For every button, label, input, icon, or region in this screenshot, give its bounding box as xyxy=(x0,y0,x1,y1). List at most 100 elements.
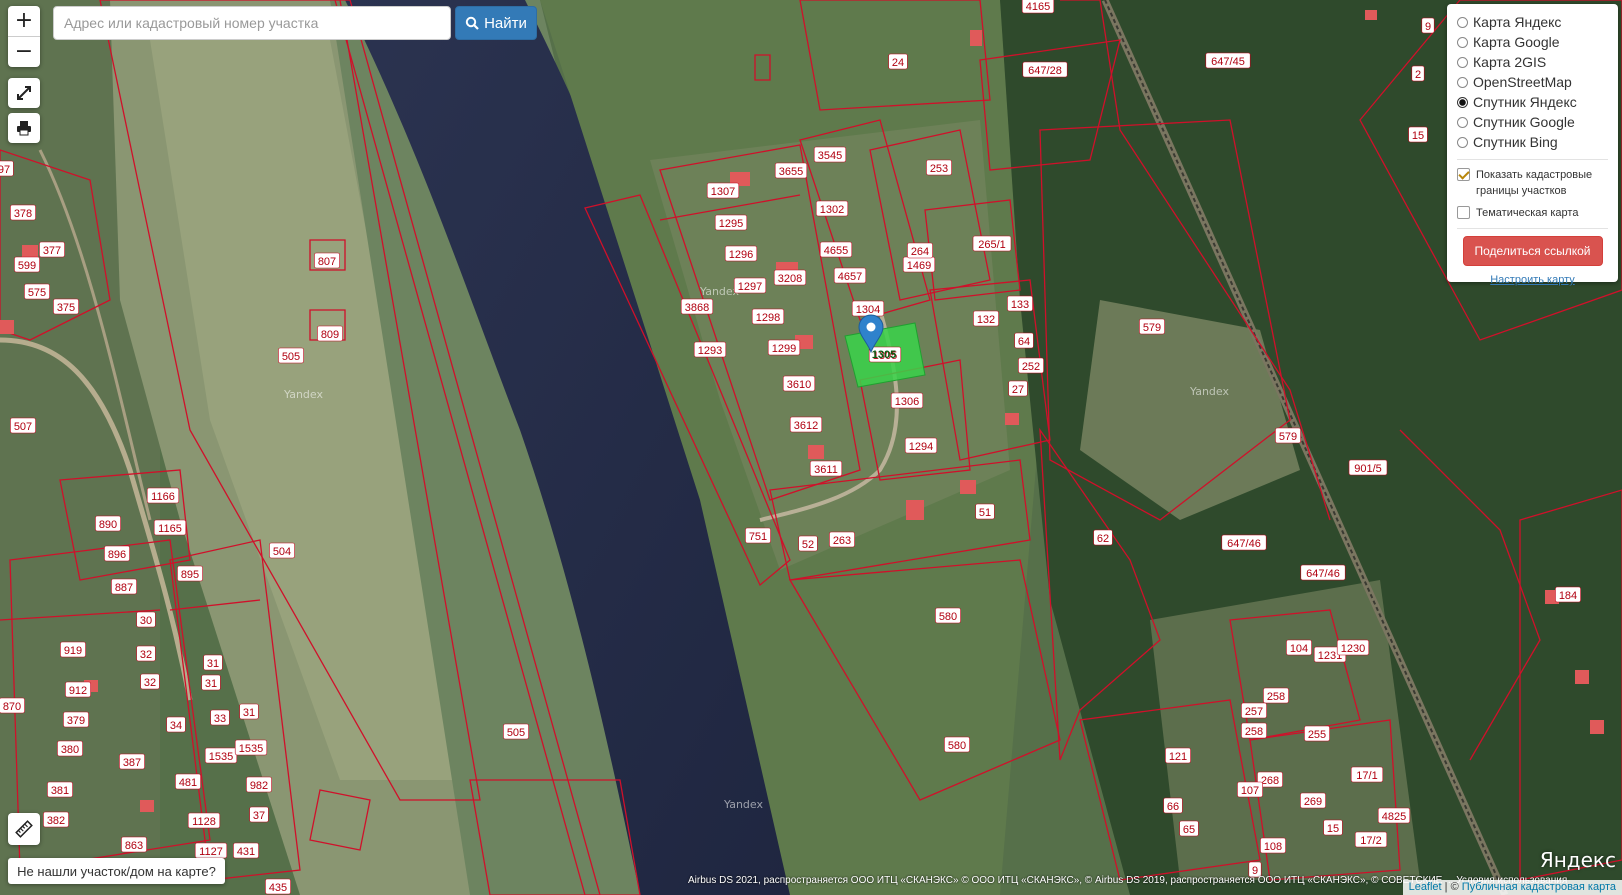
search-input[interactable] xyxy=(53,6,451,40)
parcel-number-label[interactable]: 2 xyxy=(1415,69,1421,81)
parcel-number-label[interactable]: 3610 xyxy=(787,379,811,391)
basemap-option[interactable]: Карта Яндекс xyxy=(1457,12,1608,32)
parcel-number-label[interactable]: 252 xyxy=(1022,361,1040,373)
leaflet-link[interactable]: Leaflet xyxy=(1409,881,1442,893)
parcel-number-label[interactable]: 132 xyxy=(977,314,995,326)
basemap-option[interactable]: Спутник Яндекс xyxy=(1457,92,1608,112)
search-button[interactable]: Найти xyxy=(455,6,537,40)
parcel-number-label[interactable]: 1295 xyxy=(719,218,743,230)
parcel-number-label[interactable]: 809 xyxy=(321,329,339,341)
measure-button[interactable] xyxy=(8,813,40,845)
parcel-number-label[interactable]: 890 xyxy=(99,519,117,531)
parcel-number-label[interactable]: 37 xyxy=(253,810,265,822)
radio-icon[interactable] xyxy=(1457,136,1468,148)
parcel-number-label[interactable]: 912 xyxy=(69,685,87,697)
parcel-number-label[interactable]: 863 xyxy=(125,840,143,852)
parcel-number-label[interactable]: 4825 xyxy=(1382,811,1406,823)
basemap-option[interactable]: Спутник Bing xyxy=(1457,132,1608,152)
parcel-number-label[interactable]: 33 xyxy=(214,713,226,725)
parcel-number-label[interactable]: 1535 xyxy=(239,743,263,755)
parcel-number-label[interactable]: 580 xyxy=(939,611,957,623)
parcel-number-label[interactable]: 15 xyxy=(1327,823,1339,835)
parcel-number-label[interactable]: 184 xyxy=(1559,590,1577,602)
parcel-number-label[interactable]: 32 xyxy=(140,649,152,661)
parcel-number-label[interactable]: 65 xyxy=(1183,824,1195,836)
parcel-number-label[interactable]: 51 xyxy=(979,507,991,519)
selected-parcel-label[interactable]: 1305 xyxy=(872,349,896,361)
parcel-number-label[interactable]: 3611 xyxy=(814,464,838,476)
parcel-number-label[interactable]: 3655 xyxy=(779,166,803,178)
print-button[interactable] xyxy=(8,113,40,143)
parcel-number-label[interactable]: 1304 xyxy=(856,304,880,316)
parcel-number-label[interactable]: 579 xyxy=(1143,322,1161,334)
radio-icon[interactable] xyxy=(1457,116,1468,128)
parcel-number-label[interactable]: 387 xyxy=(123,757,141,769)
parcel-number-label[interactable]: 27 xyxy=(1012,384,1024,396)
parcel-number-label[interactable]: 269 xyxy=(1304,796,1322,808)
parcel-number-label[interactable]: 4657 xyxy=(838,271,862,283)
parcel-number-label[interactable]: 1166 xyxy=(151,491,175,503)
map-canvas[interactable]: Yandex Yandex Yandex Yandex 4165 24 647/28… xyxy=(0,0,1622,895)
parcel-number-label[interactable]: 31 xyxy=(205,678,217,690)
parcel-number-label[interactable]: 258 xyxy=(1267,691,1285,703)
zoom-out-button[interactable]: − xyxy=(8,36,40,67)
parcel-number-label[interactable]: 381 xyxy=(51,785,69,797)
show-cadastral-toggle[interactable]: Показать кадастровые границы участков xyxy=(1457,167,1608,199)
radio-icon[interactable] xyxy=(1457,96,1468,108)
parcel-number-label[interactable]: 64 xyxy=(1018,336,1030,348)
parcel-number-label[interactable]: 9 xyxy=(1425,21,1431,33)
parcel-number-label[interactable]: 1297 xyxy=(738,281,762,293)
parcel-number-label[interactable]: 751 xyxy=(749,531,767,543)
parcel-number-label[interactable]: 66 xyxy=(1167,801,1179,813)
parcel-number-label[interactable]: 258 xyxy=(1245,726,1263,738)
parcel-number-label[interactable]: 1302 xyxy=(820,204,844,216)
parcel-number-label[interactable]: 579 xyxy=(1279,431,1297,443)
parcel-number-label[interactable]: 1128 xyxy=(192,816,216,828)
parcel-number-label[interactable]: 580 xyxy=(948,740,966,752)
parcel-number-label[interactable]: 30 xyxy=(140,615,152,627)
parcel-number-label[interactable]: 505 xyxy=(282,351,300,363)
parcel-number-label[interactable]: 647/46 xyxy=(1227,538,1261,550)
parcel-number-label[interactable]: 1306 xyxy=(895,396,919,408)
parcel-number-label[interactable]: 17/1 xyxy=(1356,770,1377,782)
parcel-number-label[interactable]: 108 xyxy=(1264,841,1282,853)
pkk-link[interactable]: Публичная кадастровая карта xyxy=(1462,881,1616,893)
parcel-number-label[interactable]: 15 xyxy=(1412,130,1424,142)
not-found-button[interactable]: Не нашли участок/дом на карте? xyxy=(8,858,225,884)
satellite-map[interactable]: Yandex Yandex Yandex Yandex 4165 24 647/28… xyxy=(0,0,1622,895)
parcel-number-label[interactable]: 504 xyxy=(273,546,291,558)
parcel-number-label[interactable]: 17/2 xyxy=(1360,835,1381,847)
parcel-number-label[interactable]: 647/45 xyxy=(1211,56,1245,68)
checkbox-icon[interactable] xyxy=(1457,168,1470,181)
parcel-number-label[interactable]: 647/46 xyxy=(1306,568,1340,580)
parcel-number-label[interactable]: 34 xyxy=(170,720,182,732)
parcel-number-label[interactable]: 647/28 xyxy=(1028,65,1062,77)
zoom-in-button[interactable]: + xyxy=(8,6,40,36)
parcel-number-label[interactable]: 435 xyxy=(269,882,287,894)
radio-icon[interactable] xyxy=(1457,16,1468,28)
parcel-number-label[interactable]: 375 xyxy=(57,302,75,314)
parcel-number-label[interactable]: 1307 xyxy=(711,186,735,198)
basemap-option[interactable]: Спутник Google xyxy=(1457,112,1608,132)
share-link-button[interactable]: Поделиться ссылкой xyxy=(1462,236,1603,266)
fullscreen-button[interactable] xyxy=(8,78,40,108)
parcel-number-label[interactable]: 378 xyxy=(14,208,32,220)
parcel-number-label[interactable]: 1127 xyxy=(199,846,223,858)
radio-icon[interactable] xyxy=(1457,76,1468,88)
parcel-number-label[interactable]: 895 xyxy=(181,569,199,581)
parcel-number-label[interactable]: 133 xyxy=(1011,299,1029,311)
basemap-option[interactable]: OpenStreetMap xyxy=(1457,72,1608,92)
parcel-number-label[interactable]: 97 xyxy=(0,164,10,176)
parcel-number-label[interactable]: 1293 xyxy=(698,345,722,357)
parcel-number-label[interactable]: 62 xyxy=(1097,533,1109,545)
parcel-number-label[interactable]: 4655 xyxy=(824,245,848,257)
parcel-number-label[interactable]: 599 xyxy=(18,260,36,272)
parcel-number-label[interactable]: 257 xyxy=(1245,706,1263,718)
parcel-number-label[interactable]: 107 xyxy=(1241,785,1259,797)
parcel-number-label[interactable]: 887 xyxy=(115,582,133,594)
parcel-number-label[interactable]: 1469 xyxy=(907,260,931,272)
checkbox-icon[interactable] xyxy=(1457,206,1470,219)
parcel-number-label[interactable]: 507 xyxy=(14,421,32,433)
parcel-number-label[interactable]: 121 xyxy=(1169,751,1187,763)
basemap-option[interactable]: Карта 2GIS xyxy=(1457,52,1608,72)
